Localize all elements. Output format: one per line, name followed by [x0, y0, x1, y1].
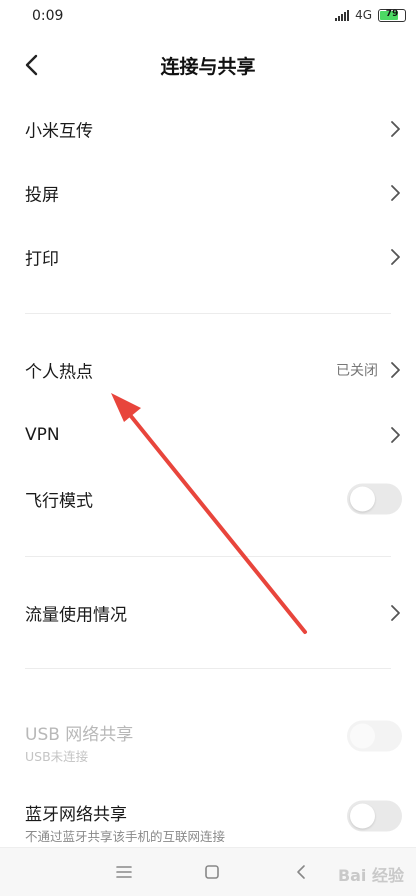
- chevron-right-icon: [391, 249, 400, 265]
- network-type: 4G: [355, 8, 372, 22]
- battery-level: 79: [385, 8, 399, 19]
- row-label: 个人热点: [25, 362, 93, 383]
- row-sublabel: USB未连接: [25, 749, 89, 764]
- airplane-mode-toggle[interactable]: [347, 483, 402, 515]
- row-label: 打印: [25, 249, 59, 270]
- page-title: 连接与共享: [160, 56, 256, 78]
- toggle-knob: [350, 486, 375, 512]
- row-label: 飞行模式: [25, 491, 93, 512]
- row-bluetooth-tethering[interactable]: 蓝牙网络共享 不通过蓝牙共享该手机的互联网连接: [0, 786, 416, 846]
- section-divider: [25, 668, 391, 669]
- navigation-bar: Bai 经验: [0, 847, 416, 896]
- row-usb-tethering: USB 网络共享 USB未连接: [0, 706, 416, 766]
- chevron-right-icon: [391, 121, 400, 137]
- row-label: 蓝牙网络共享: [25, 805, 127, 825]
- back-nav-icon[interactable]: [292, 862, 312, 882]
- row-xiaomi-share[interactable]: 小米互传: [0, 101, 416, 157]
- row-sublabel: 不通过蓝牙共享该手机的互联网连接: [25, 829, 226, 844]
- hotspot-status: 已关闭: [336, 363, 378, 379]
- row-vpn[interactable]: VPN: [0, 407, 416, 463]
- chevron-right-icon: [391, 185, 400, 201]
- row-label: 投屏: [25, 185, 59, 206]
- row-label: USB 网络共享: [25, 725, 134, 745]
- chevron-right-icon: [391, 427, 400, 443]
- menu-icon[interactable]: [114, 862, 134, 882]
- signal-icon: [335, 9, 350, 21]
- row-label: 流量使用情况: [25, 605, 127, 626]
- row-label: VPN: [25, 425, 60, 445]
- home-icon[interactable]: [202, 862, 222, 882]
- row-print[interactable]: 打印: [0, 229, 416, 285]
- section-divider: [25, 313, 391, 314]
- status-time: 0:09: [32, 8, 64, 24]
- status-bar: 0:09 4G 79: [0, 0, 416, 34]
- battery-icon: 79: [378, 8, 406, 22]
- row-cast[interactable]: 投屏: [0, 165, 416, 221]
- usb-tethering-toggle: [347, 720, 402, 752]
- header: 连接与共享: [0, 44, 416, 88]
- toggle-knob: [350, 803, 375, 829]
- chevron-right-icon: [391, 362, 400, 378]
- watermark: Bai 经验: [337, 866, 404, 885]
- row-label: 小米互传: [25, 121, 93, 142]
- toggle-knob: [350, 723, 375, 749]
- chevron-right-icon: [391, 605, 400, 621]
- status-icons: 4G 79: [335, 8, 406, 22]
- section-divider: [25, 556, 391, 557]
- bluetooth-tethering-toggle[interactable]: [347, 800, 402, 832]
- row-hotspot[interactable]: 个人热点 已关闭: [0, 342, 416, 398]
- row-airplane-mode[interactable]: 飞行模式: [0, 471, 416, 527]
- row-data-usage[interactable]: 流量使用情况: [0, 585, 416, 641]
